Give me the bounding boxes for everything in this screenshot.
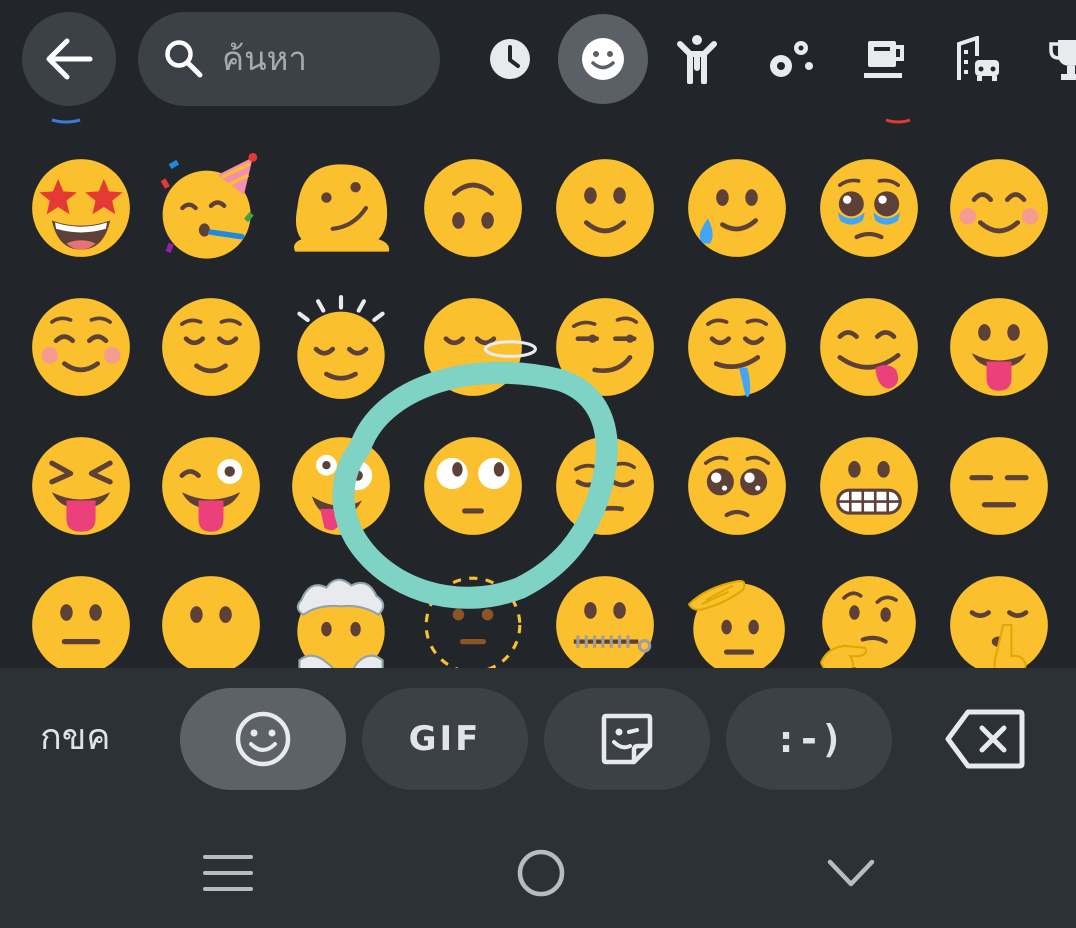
category-recent[interactable] xyxy=(465,14,555,104)
emoji-face-with-wide-eyes[interactable] xyxy=(414,427,532,545)
gif-label: GIF xyxy=(408,719,482,759)
emoji-neutral-face[interactable] xyxy=(22,566,140,668)
smiley-icon xyxy=(235,711,291,767)
search-input[interactable]: ค้นหา xyxy=(138,12,440,106)
emoji-grimacing-face[interactable] xyxy=(810,427,928,545)
tab-emoji[interactable] xyxy=(180,688,346,790)
tab-sticker[interactable] xyxy=(544,688,710,790)
scrolled-emoji-row-remnant xyxy=(51,118,911,124)
emoji-keyboard: ค้นหา กขค GIF:-) xyxy=(0,0,1076,928)
category-activities[interactable] xyxy=(1026,14,1076,104)
tab-gif[interactable]: GIF xyxy=(362,688,528,790)
emoji-pleading-teary-face[interactable] xyxy=(810,149,928,267)
emoji-relieved-face-with-lines[interactable] xyxy=(282,288,400,406)
emoji-slightly-smiling-face[interactable] xyxy=(546,149,664,267)
emoji-grid xyxy=(0,118,1076,668)
emoji-expressionless-face[interactable] xyxy=(940,427,1058,545)
emoji-squinting-face-with-tongue[interactable] xyxy=(22,427,140,545)
emoji-smiling-face-with-smiling-eyes[interactable] xyxy=(940,149,1058,267)
emoji-melting-face[interactable] xyxy=(282,149,400,267)
emoji-winking-face-with-tongue[interactable] xyxy=(152,427,270,545)
emoji-thinking-face[interactable] xyxy=(810,566,928,668)
emoji-smiling-face[interactable] xyxy=(22,288,140,406)
emoji-top-bar: ค้นหา xyxy=(0,0,1076,118)
building-car-icon xyxy=(957,36,999,81)
emoji-face-with-tongue[interactable] xyxy=(940,288,1058,406)
emoji-drooling-face[interactable] xyxy=(678,288,796,406)
category-food-drink[interactable] xyxy=(839,14,929,104)
emoji-zany-face[interactable] xyxy=(282,427,400,545)
emoji-dotted-line-face[interactable] xyxy=(414,566,532,668)
abc-keyboard-switch[interactable]: กขค xyxy=(40,668,111,808)
menu-icon xyxy=(203,855,253,891)
person-icon xyxy=(677,35,717,84)
emoji-partying-face[interactable] xyxy=(152,149,270,267)
chevron-down-icon xyxy=(827,859,875,887)
emoji-exploding-head[interactable] xyxy=(282,566,400,668)
menu-button[interactable] xyxy=(193,838,263,908)
emoji-sideways-glance-face[interactable] xyxy=(546,427,664,545)
emoji-smirking-face[interactable] xyxy=(546,288,664,406)
category-people[interactable] xyxy=(652,14,742,104)
flower-icon xyxy=(770,41,813,77)
emoji-relieved-face[interactable] xyxy=(152,288,270,406)
home-button[interactable] xyxy=(506,838,576,908)
search-placeholder: ค้นหา xyxy=(222,39,307,78)
category-animals-nature[interactable] xyxy=(746,14,836,104)
home-icon xyxy=(517,849,565,897)
arrow-left-icon xyxy=(46,38,93,80)
tab-emoticon[interactable]: :-) xyxy=(726,688,892,790)
sticker-icon xyxy=(601,713,653,765)
emoji-face-savoring-food[interactable] xyxy=(810,288,928,406)
emoji-star-struck[interactable] xyxy=(22,149,140,267)
emoji-zipper-mouth-face[interactable] xyxy=(546,566,664,668)
emoji-face-without-mouth[interactable] xyxy=(152,566,270,668)
emoticon-label: :-) xyxy=(774,717,844,761)
clock-icon xyxy=(490,39,530,79)
backspace-icon[interactable] xyxy=(944,708,1026,770)
emoji-upside-down-face[interactable] xyxy=(414,149,532,267)
trophy-icon xyxy=(1049,40,1076,80)
smiley-icon xyxy=(582,38,624,80)
emoji-pleading-face[interactable] xyxy=(678,427,796,545)
back-button[interactable] xyxy=(22,12,116,106)
category-smileys[interactable] xyxy=(558,14,648,104)
emoji-face-with-spiral-halo[interactable] xyxy=(414,288,537,406)
system-nav-bar xyxy=(0,808,1076,928)
hide-keyboard-button[interactable] xyxy=(816,838,886,908)
emoji-face-holding-back-tears[interactable] xyxy=(678,149,796,267)
emoji-saluting-face[interactable] xyxy=(678,566,796,668)
emoji-shushing-face[interactable] xyxy=(940,566,1058,668)
cup-icon xyxy=(864,41,904,78)
emoji-tab-bar: กขค GIF :-) xyxy=(0,668,1076,808)
category-travel[interactable] xyxy=(933,14,1023,104)
search-icon xyxy=(165,40,203,78)
